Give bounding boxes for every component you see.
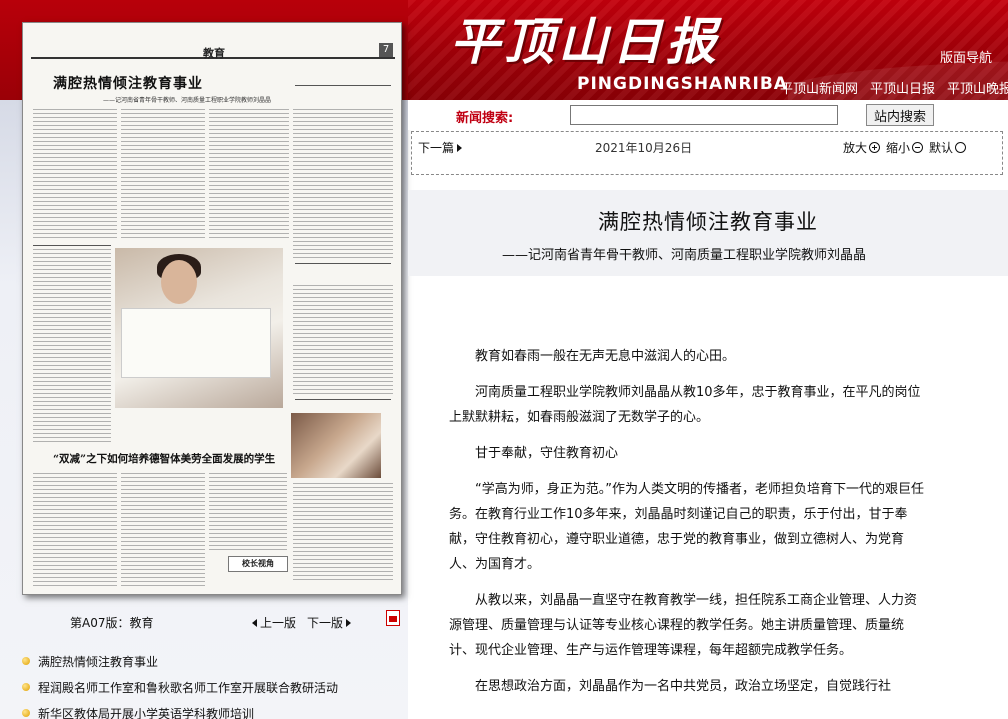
article-paragraph: 在思想政治方面，刘晶晶作为一名中共党员，政治立场坚定，自觉践行社	[475, 679, 892, 694]
zoom-out-label: 缩小	[886, 141, 911, 155]
thumb-headline[interactable]: 满腔热情倾注教育事业	[53, 73, 203, 93]
search-button[interactable]: 站内搜索	[866, 104, 934, 126]
page-label: 第A07版：教育	[70, 616, 154, 630]
site-link-news[interactable]: 平顶山新闻网	[780, 78, 858, 97]
issue-date: 2021年10月26日	[595, 141, 693, 155]
prev-page-link[interactable]: 上一版	[252, 614, 296, 631]
thumb-text-block	[33, 109, 117, 239]
article-paragraph: 从教以来，刘晶晶一直坚守在教育教学一线，担任院系工商企业管理、人力资源管理、质量…	[449, 593, 918, 658]
thumb-text-block	[293, 483, 393, 583]
article-subtitle: ——记河南省青年骨干教师、河南质量工程职业学院教师刘晶晶	[502, 248, 867, 263]
list-item-label: 程润殿名师工作室和鲁秋歌名师工作室开展联合教研活动	[38, 680, 339, 695]
arrow-right-icon	[457, 144, 463, 152]
bullet-icon	[22, 657, 30, 665]
thumb-side-headline	[295, 399, 391, 411]
article-body: 教育如春雨一般在无声无息中滋润人的心田。 河南质量工程职业学院教师刘晶晶从教10…	[449, 344, 927, 710]
thumb-text-block	[209, 473, 287, 553]
thumb-section-name: 教育	[203, 47, 225, 60]
thumb-text-block	[33, 245, 111, 445]
thumb-text-block	[293, 109, 393, 259]
thumb-column-badge: 校长视角	[228, 556, 288, 572]
list-item-label: 满腔热情倾注教育事业	[38, 654, 159, 669]
layout-nav-link[interactable]: 版面导航	[940, 47, 992, 66]
bullet-icon	[22, 683, 30, 691]
prev-page-label: 上一版	[260, 616, 297, 630]
site-link-daily[interactable]: 平顶山日报	[870, 78, 935, 97]
article-title: 满腔热情倾注教育事业	[598, 210, 818, 234]
article-paragraph: 甘于奉献，守住教育初心	[475, 446, 619, 461]
zoom-out-icon	[912, 142, 924, 153]
article-paragraph: 河南质量工程职业学院教师刘晶晶从教10多年，忠于教育事业，在平凡的岗位上默默耕耘…	[449, 385, 921, 425]
list-item-label: 新华区教体局开展小学英语学科教师培训	[38, 706, 255, 719]
photo-drawing-sheet	[121, 308, 271, 378]
zoom-in-icon	[869, 142, 881, 153]
site-logo: 平顶山日报	[450, 12, 720, 71]
photo-face	[161, 260, 197, 304]
thumb-text-block	[121, 109, 205, 239]
thumb-text-block	[293, 285, 393, 395]
zoom-default-button[interactable]: 默认	[929, 139, 967, 156]
thumb-headline-2[interactable]: “双减”之下如何培养德智体美劳全面发展的学生	[53, 451, 275, 466]
arrow-left-icon	[252, 619, 257, 627]
next-page-label: 下一版	[307, 616, 344, 630]
thumb-side-headline	[295, 263, 391, 281]
list-item[interactable]: 新华区教体局开展小学英语学科教师培训	[22, 700, 402, 719]
article-list: 满腔热情倾注教育事业 程润殿名师工作室和鲁秋歌名师工作室开展联合教研活动 新华区…	[22, 648, 402, 719]
thumb-text-block	[209, 109, 289, 239]
thumb-side-headline	[295, 85, 391, 105]
zoom-default-label: 默认	[929, 141, 954, 155]
next-article-label: 下一篇	[418, 141, 455, 155]
list-item[interactable]: 满腔热情倾注教育事业	[22, 648, 402, 674]
pdf-icon[interactable]	[386, 610, 400, 626]
next-article-link[interactable]: 下一篇	[418, 139, 463, 156]
site-links: 平顶山新闻网 平顶山日报 平顶山晚报	[780, 78, 1008, 97]
zoom-controls: 放大 缩小 默认	[843, 139, 967, 156]
zoom-out-button[interactable]: 缩小	[886, 139, 924, 156]
zoom-in-button[interactable]: 放大	[843, 139, 881, 156]
arrow-right-icon	[346, 619, 352, 627]
search-input[interactable]	[570, 105, 838, 125]
search-label: 新闻搜索:	[456, 111, 514, 126]
site-link-evening[interactable]: 平顶山晚报	[947, 78, 1008, 97]
thumb-page-number: 7	[379, 43, 393, 57]
thumb-side-headline	[33, 245, 111, 259]
zoom-in-label: 放大	[843, 141, 868, 155]
thumb-text-block	[121, 473, 205, 588]
article-paragraph: “学高为师，身正为范。”作为人类文明的传播者，老师担负培育下一代的艰巨任务。在教…	[449, 482, 924, 572]
list-item[interactable]: 程润殿名师工作室和鲁秋歌名师工作室开展联合教研活动	[22, 674, 402, 700]
bullet-icon	[22, 709, 30, 717]
site-pinyin: PINGDINGSHANRIBA	[577, 74, 788, 94]
article-paragraph: 教育如春雨一般在无声无息中滋润人的心田。	[475, 349, 736, 364]
next-page-link[interactable]: 下一版	[307, 614, 352, 631]
thumb-subhead: ——记河南省青年骨干教师、河南质量工程职业学院教师刘晶晶	[103, 97, 272, 104]
thumb-photo-class	[291, 413, 381, 478]
newspaper-page-thumbnail[interactable]: 教育 7 满腔热情倾注教育事业 ——记河南省青年骨干教师、河南质量工程职业学院教…	[22, 22, 402, 595]
thumb-text-block	[33, 473, 117, 588]
thumb-photo-student	[115, 248, 283, 408]
zoom-default-icon	[955, 142, 967, 153]
